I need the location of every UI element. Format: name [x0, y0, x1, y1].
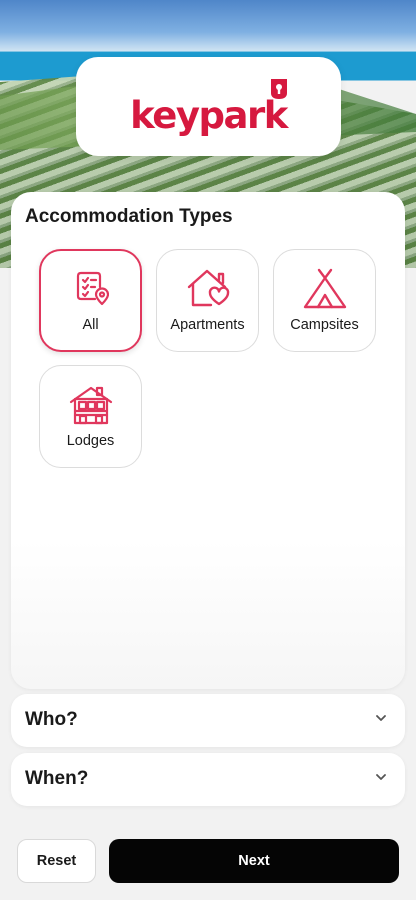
checklist-location-icon [76, 271, 109, 306]
keyhole-icon [271, 79, 287, 99]
tent-icon [303, 268, 346, 309]
who-section[interactable]: Who? [11, 694, 405, 747]
accommodation-types-panel: Accommodation Types All Apartments Camps… [11, 192, 405, 689]
type-label-all: All [82, 317, 99, 333]
lodge-icon [69, 386, 112, 425]
type-label-campsites: Campsites [290, 317, 359, 333]
type-label-apartments: Apartments [170, 317, 245, 333]
brand-logo: keypark [130, 94, 288, 137]
type-label-lodges: Lodges [66, 433, 115, 449]
chevron-down-icon [376, 715, 386, 721]
logo-card: keypark [76, 57, 341, 156]
when-section-label: When? [25, 768, 89, 789]
when-section[interactable]: When? [11, 753, 405, 806]
type-tile-apartments[interactable]: Apartments [156, 249, 259, 352]
type-tile-all[interactable]: All [39, 249, 142, 352]
accommodation-types-title: Accommodation Types [25, 206, 233, 227]
next-button[interactable]: Next [109, 839, 399, 883]
reset-button[interactable]: Reset [17, 839, 96, 883]
type-tile-campsites[interactable]: Campsites [273, 249, 376, 352]
chevron-down-icon [376, 774, 386, 780]
who-section-label: Who? [25, 709, 78, 730]
house-heart-icon [187, 269, 229, 307]
type-tile-lodges[interactable]: Lodges [39, 365, 142, 468]
